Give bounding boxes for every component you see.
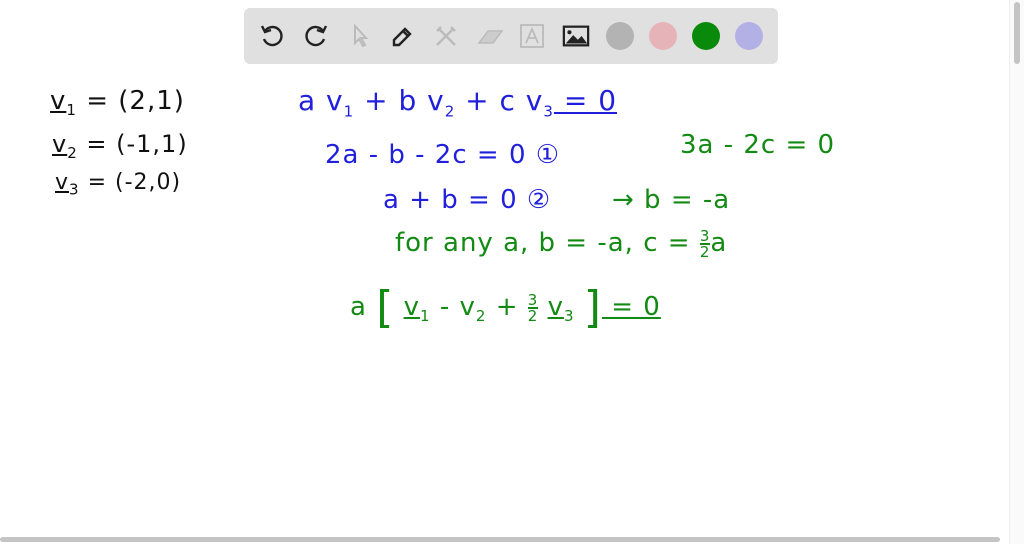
color-pink[interactable] bbox=[649, 22, 677, 50]
toolbar bbox=[244, 8, 778, 64]
equation-3: 3a - 2c = 0 bbox=[680, 130, 836, 160]
color-lavender[interactable] bbox=[735, 22, 763, 50]
color-gray[interactable] bbox=[606, 22, 634, 50]
text-icon[interactable] bbox=[518, 22, 546, 50]
pen-icon[interactable] bbox=[388, 22, 416, 50]
vector-v1: v1 = (2,1) bbox=[50, 86, 185, 120]
final-relation: a [ v1 - v2 + 32 v3 ] = 0 bbox=[350, 282, 661, 333]
redo-icon[interactable] bbox=[302, 22, 330, 50]
eraser-icon[interactable] bbox=[476, 22, 504, 50]
vertical-scrollbar-track[interactable] bbox=[1009, 0, 1024, 544]
vector-v3: v3 = (-2,0) bbox=[55, 170, 182, 199]
vertical-scrollbar-thumb[interactable] bbox=[1014, 2, 1020, 64]
equation-2: a + b = 0 ② bbox=[383, 185, 552, 215]
horizontal-scrollbar-thumb[interactable] bbox=[0, 537, 1000, 542]
equation-1: 2a - b - 2c = 0 ① bbox=[325, 140, 561, 170]
image-icon[interactable] bbox=[562, 22, 590, 50]
linear-combination-equation: a v1 + b v2 + c v3 = 0 bbox=[298, 84, 618, 121]
undo-icon[interactable] bbox=[258, 22, 286, 50]
general-solution: for any a, b = -a, c = 32a bbox=[395, 226, 728, 261]
vector-v2: v2 = (-1,1) bbox=[52, 130, 188, 162]
color-green[interactable] bbox=[692, 22, 720, 50]
equation-2-result: → b = -a bbox=[612, 185, 731, 215]
tools-icon[interactable] bbox=[432, 22, 460, 50]
pointer-icon[interactable] bbox=[346, 22, 374, 50]
